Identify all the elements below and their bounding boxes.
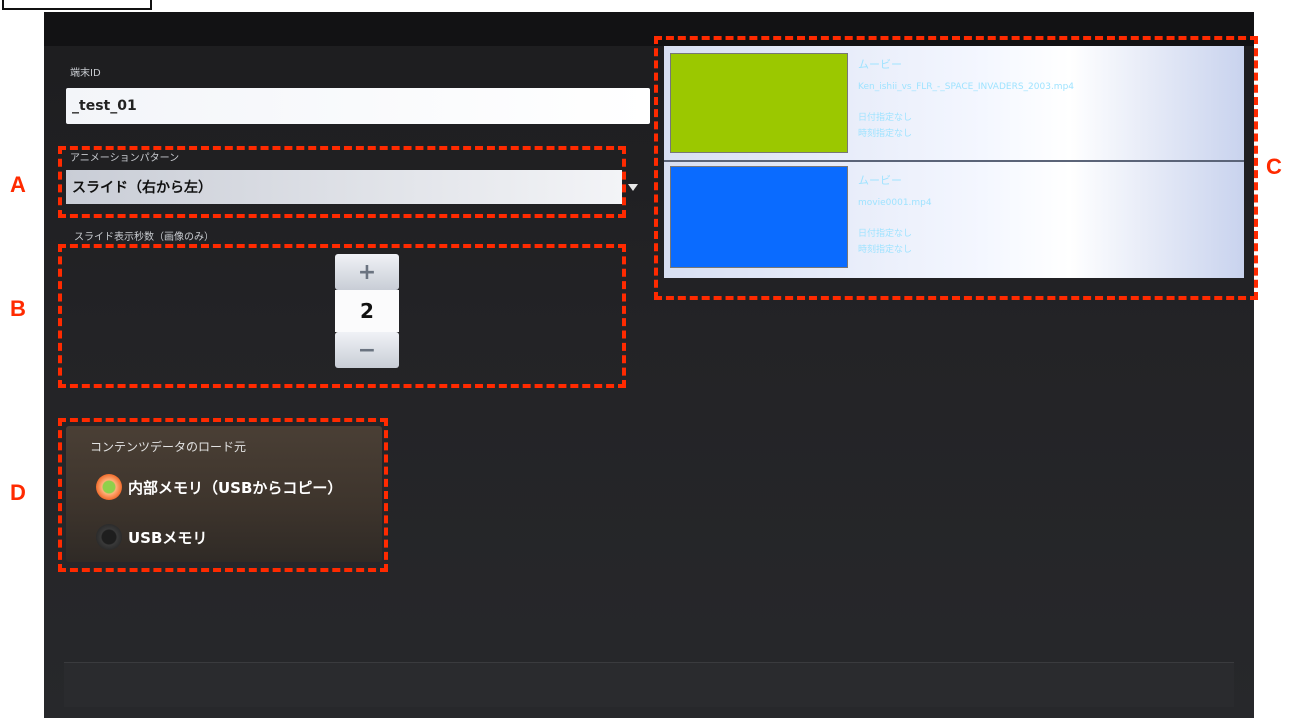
callout-label-d: D	[10, 480, 26, 505]
terminal-id-label: 端末ID	[70, 68, 101, 79]
dropdown-arrow-icon[interactable]	[628, 184, 638, 191]
callout-label-c: C	[1266, 154, 1282, 179]
terminal-id-input[interactable]: _test_01	[66, 88, 650, 124]
callout-label-b: B	[10, 296, 26, 321]
slide-seconds-label: スライド表示秒数（画像のみ）	[74, 232, 214, 243]
callout-box-a	[58, 146, 626, 218]
corner-frame	[2, 0, 152, 10]
callout-label-a: A	[10, 172, 26, 197]
screen-bottom-bezel	[64, 662, 1234, 707]
callout-box-d	[58, 418, 388, 572]
callout-box-b	[58, 244, 626, 388]
callout-box-c	[654, 36, 1258, 300]
